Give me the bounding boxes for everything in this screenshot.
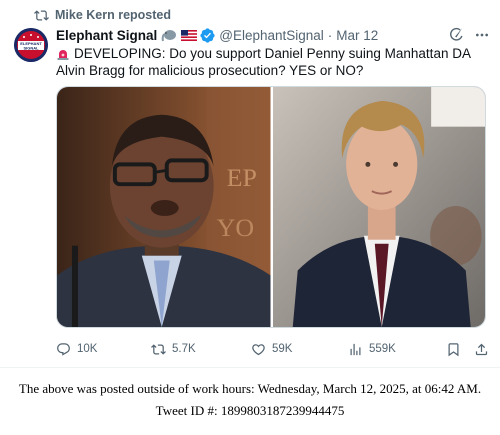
post-date[interactable]: Mar 12 bbox=[336, 28, 378, 43]
author-handle[interactable]: @ElephantSignal bbox=[219, 28, 324, 43]
svg-text:YO: YO bbox=[217, 213, 254, 242]
tweet-card[interactable]: Mike Kern reposted ELEPHANT SIGNAL Eleph… bbox=[0, 0, 500, 368]
view-count: 559K bbox=[369, 343, 396, 355]
like-count: 59K bbox=[272, 343, 293, 355]
svg-text:SIGNAL: SIGNAL bbox=[23, 45, 39, 50]
photo-alvin-bragg[interactable]: EP YO bbox=[57, 87, 271, 327]
media-grid: EP YO bbox=[56, 86, 486, 328]
reply-icon bbox=[57, 342, 70, 356]
repost-button[interactable]: 5.7K bbox=[151, 340, 196, 358]
bookmark-icon bbox=[448, 342, 459, 356]
like-button[interactable]: 59K bbox=[251, 340, 292, 358]
caption-line-2: Tweet ID #: 1899803187239944475 bbox=[155, 403, 345, 418]
caption-line-1: The above was posted outside of work hou… bbox=[18, 381, 482, 396]
caption: The above was posted outside of work hou… bbox=[0, 378, 500, 422]
reply-button[interactable]: 10K bbox=[56, 340, 97, 358]
views-button[interactable]: 559K bbox=[348, 340, 396, 358]
elephant-signal-logo: ELEPHANT SIGNAL bbox=[14, 28, 48, 62]
photo-image: EP YO bbox=[57, 87, 271, 327]
svg-text:EP: EP bbox=[227, 163, 257, 192]
repost-action-icon bbox=[151, 343, 166, 355]
repost-text: Mike Kern reposted bbox=[55, 8, 172, 22]
post-header: Elephant Signal @ElephantSignal · Mar 12 bbox=[56, 26, 378, 44]
heart-icon bbox=[252, 343, 265, 355]
more-options-icon[interactable] bbox=[474, 27, 490, 43]
avatar[interactable]: ELEPHANT SIGNAL bbox=[14, 28, 48, 62]
repost-count: 5.7K bbox=[172, 343, 196, 355]
views-chart-icon bbox=[350, 343, 361, 355]
verified-badge-icon bbox=[200, 27, 215, 43]
post-text-body: DEVELOPING: Do you support Daniel Penny … bbox=[56, 46, 471, 78]
bookmark-button[interactable] bbox=[446, 340, 461, 358]
photo-image bbox=[272, 87, 485, 327]
post-text: DEVELOPING: Do you support Daniel Penny … bbox=[56, 45, 486, 79]
separator-dot: · bbox=[327, 27, 333, 43]
reply-count: 10K bbox=[77, 343, 98, 355]
grok-icon[interactable] bbox=[448, 26, 465, 43]
elephant-emoji bbox=[161, 28, 177, 42]
share-icon bbox=[475, 343, 488, 355]
share-button[interactable] bbox=[474, 340, 489, 358]
siren-emoji bbox=[57, 50, 69, 60]
us-flag-emoji bbox=[181, 29, 198, 41]
repost-indicator[interactable]: Mike Kern reposted bbox=[34, 7, 171, 23]
action-bar: 10K 5.7K 59K 559K bbox=[56, 340, 492, 358]
photo-daniel-penny[interactable] bbox=[270, 87, 485, 327]
repost-icon bbox=[34, 9, 49, 21]
author-name[interactable]: Elephant Signal bbox=[56, 28, 157, 43]
